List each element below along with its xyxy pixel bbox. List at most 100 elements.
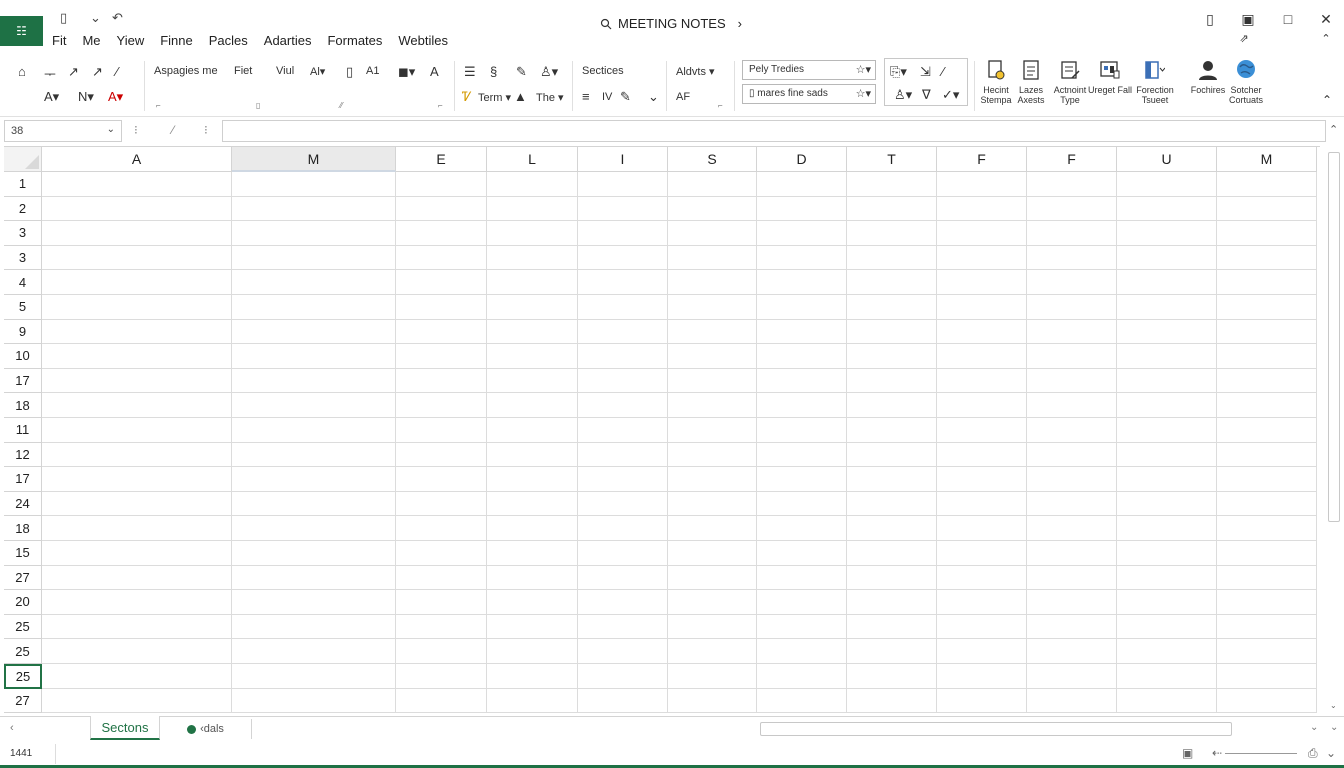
column-header[interactable]: M bbox=[1217, 147, 1317, 172]
add-sheet-icon[interactable] bbox=[187, 724, 197, 734]
menu-item-home[interactable]: Me bbox=[82, 33, 100, 48]
maximize-icon[interactable]: □ bbox=[1278, 11, 1298, 27]
menu-item-webtiles[interactable]: Webtiles bbox=[398, 33, 448, 48]
row-header[interactable]: 4 bbox=[4, 270, 42, 295]
check-icon[interactable]: ✓▾ bbox=[942, 87, 959, 103]
close-icon[interactable]: ✕ bbox=[1316, 11, 1336, 28]
cell-style-button[interactable]: A1 bbox=[366, 65, 379, 77]
document-star-icon[interactable] bbox=[985, 59, 1007, 81]
menu-item-file[interactable]: Fit bbox=[52, 33, 66, 48]
row-header[interactable]: 27 bbox=[4, 688, 42, 714]
vertical-scroll-thumb[interactable] bbox=[1328, 152, 1340, 522]
copy-icon[interactable]: ↗ bbox=[68, 64, 79, 80]
column-header[interactable]: F bbox=[937, 147, 1027, 172]
title-chevron-icon[interactable]: › bbox=[738, 16, 742, 31]
column-header[interactable]: I bbox=[578, 147, 668, 172]
pen-icon[interactable]: ✎ bbox=[516, 64, 527, 80]
star-dropdown-icon[interactable]: ☆▾ bbox=[856, 87, 871, 100]
sections-dropdown-icon[interactable]: ⌄ bbox=[648, 89, 659, 105]
document-lines-icon[interactable] bbox=[1020, 59, 1042, 81]
zoom-out-icon[interactable]: ⇠ bbox=[1212, 746, 1222, 760]
row-header[interactable]: 3 bbox=[4, 245, 42, 271]
column-header[interactable]: S bbox=[668, 147, 757, 172]
italic-icon[interactable]: N▾ bbox=[78, 89, 94, 105]
scroll-end-icon[interactable]: ⌄ bbox=[1330, 722, 1338, 733]
vertical-scrollbar[interactable]: ⌄ bbox=[1326, 146, 1342, 714]
format-painter-icon[interactable]: ⁄ bbox=[116, 64, 118, 79]
zoom-icon[interactable]: ⎙ bbox=[1308, 746, 1318, 761]
chevron-down-icon[interactable]: ⌄ bbox=[107, 124, 115, 135]
row-header[interactable]: 1 bbox=[4, 172, 42, 197]
row-header[interactable]: 25 bbox=[4, 664, 42, 689]
brush-icon[interactable]: ✎ bbox=[620, 89, 631, 105]
row-header[interactable]: 18 bbox=[4, 516, 42, 541]
star-dropdown-icon[interactable]: ☆▾ bbox=[856, 63, 871, 76]
row-header[interactable]: 3 bbox=[4, 221, 42, 246]
row-header[interactable]: 20 bbox=[4, 590, 42, 615]
af-button[interactable]: AF bbox=[676, 91, 690, 103]
clipboard-launcher-icon[interactable]: ⌐ bbox=[156, 101, 161, 110]
font-color-icon[interactable]: A▾ bbox=[108, 89, 123, 105]
ribbon-toggle-icon[interactable]: ⌃ bbox=[1316, 32, 1336, 45]
new-file-icon[interactable]: ▯ bbox=[60, 10, 67, 26]
horizontal-scrollbar[interactable] bbox=[760, 722, 1232, 736]
scroll-right-icon[interactable]: ⌄ bbox=[1310, 722, 1318, 733]
row-header[interactable]: 2 bbox=[4, 196, 42, 222]
cut-icon[interactable]: ᅮ bbox=[44, 64, 56, 83]
term-dropdown[interactable]: Term ▾ bbox=[478, 91, 511, 104]
tab-dals[interactable]: ‹dals bbox=[160, 719, 252, 739]
cancel-icon[interactable]: ⁝ bbox=[134, 123, 138, 137]
row-header[interactable]: 27 bbox=[4, 565, 42, 591]
column-header[interactable]: D bbox=[757, 147, 847, 172]
qat-dropdown-icon[interactable]: ⌄ bbox=[90, 10, 101, 26]
row-header[interactable]: 5 bbox=[4, 295, 42, 320]
confirm-icon[interactable]: ⁄ bbox=[172, 123, 174, 137]
row-header[interactable]: 18 bbox=[4, 393, 42, 418]
bold-icon[interactable]: A▾ bbox=[44, 89, 59, 105]
collapse-ribbon-icon[interactable]: ⌃ bbox=[1322, 93, 1332, 107]
zoom-slider[interactable] bbox=[1225, 753, 1297, 754]
column-header[interactable]: E bbox=[396, 147, 487, 172]
column-header[interactable]: T bbox=[847, 147, 937, 172]
name-box[interactable]: 38 ⌄ bbox=[4, 120, 122, 142]
restore-icon[interactable]: ▯ bbox=[1200, 11, 1220, 28]
function-icon[interactable]: ⁝ bbox=[204, 123, 208, 137]
column-header[interactable]: M bbox=[232, 147, 396, 172]
sort-icon[interactable]: ♙▾ bbox=[894, 87, 912, 103]
font-style-dropdown[interactable]: Fiet bbox=[234, 65, 252, 77]
tile-window-icon[interactable]: ▣ bbox=[1238, 11, 1258, 28]
filter-icon[interactable]: ∇ bbox=[922, 87, 931, 103]
menu-item-view[interactable]: Yiew bbox=[117, 33, 145, 48]
row-header[interactable]: 12 bbox=[4, 442, 42, 468]
home-icon[interactable]: ⌂ bbox=[18, 64, 26, 79]
grow-font-button[interactable]: Al▾ bbox=[310, 65, 325, 78]
border-icon[interactable]: ▯ bbox=[346, 64, 353, 80]
wrap-button[interactable]: IV bbox=[602, 91, 612, 103]
spreadsheet-grid[interactable]: A M E L I S D T F F U M 1 2 3 3 4 5 9 10 17 18 11 12 17 24 18 15 27 2… bbox=[4, 146, 1320, 714]
highlight-icon[interactable]: Ꮴ bbox=[462, 89, 472, 105]
app-grid-icon[interactable]: ☷ bbox=[0, 16, 43, 46]
row-header[interactable]: 24 bbox=[4, 491, 42, 517]
column-header[interactable]: A bbox=[42, 147, 232, 172]
menu-item-finne[interactable]: Finne bbox=[160, 33, 193, 48]
font-size-dropdown[interactable]: Viul bbox=[276, 65, 294, 77]
globe-icon[interactable] bbox=[1235, 58, 1257, 80]
zoom-dropdown-icon[interactable]: ⌄ bbox=[1326, 746, 1336, 760]
formula-input[interactable] bbox=[222, 120, 1326, 142]
menu-item-adarties[interactable]: Adarties bbox=[264, 33, 312, 48]
sections-button[interactable]: Sectices bbox=[582, 65, 624, 77]
undo-icon[interactable]: ↶ bbox=[112, 10, 123, 26]
share-icon[interactable]: ⇗ bbox=[1234, 32, 1254, 45]
tab-nav-left-icon[interactable]: ‹ bbox=[10, 722, 14, 734]
row-header[interactable]: 15 bbox=[4, 541, 42, 566]
style-dropdown[interactable]: Pely Tredies ☆▾ bbox=[742, 60, 876, 80]
adds-dropdown[interactable]: Aldvts ▾ bbox=[676, 65, 715, 78]
person-icon[interactable] bbox=[1197, 59, 1219, 81]
column-header[interactable]: F bbox=[1027, 147, 1117, 172]
delete-cells-icon[interactable]: ⇲ bbox=[920, 64, 931, 80]
link-icon[interactable]: § bbox=[490, 64, 497, 79]
find-dropdown[interactable]: ▯ mares fine sads ☆▾ bbox=[742, 84, 876, 104]
row-header[interactable]: 9 bbox=[4, 319, 42, 345]
tab-sectons[interactable]: Sectons bbox=[90, 716, 160, 740]
row-header[interactable]: 25 bbox=[4, 614, 42, 640]
